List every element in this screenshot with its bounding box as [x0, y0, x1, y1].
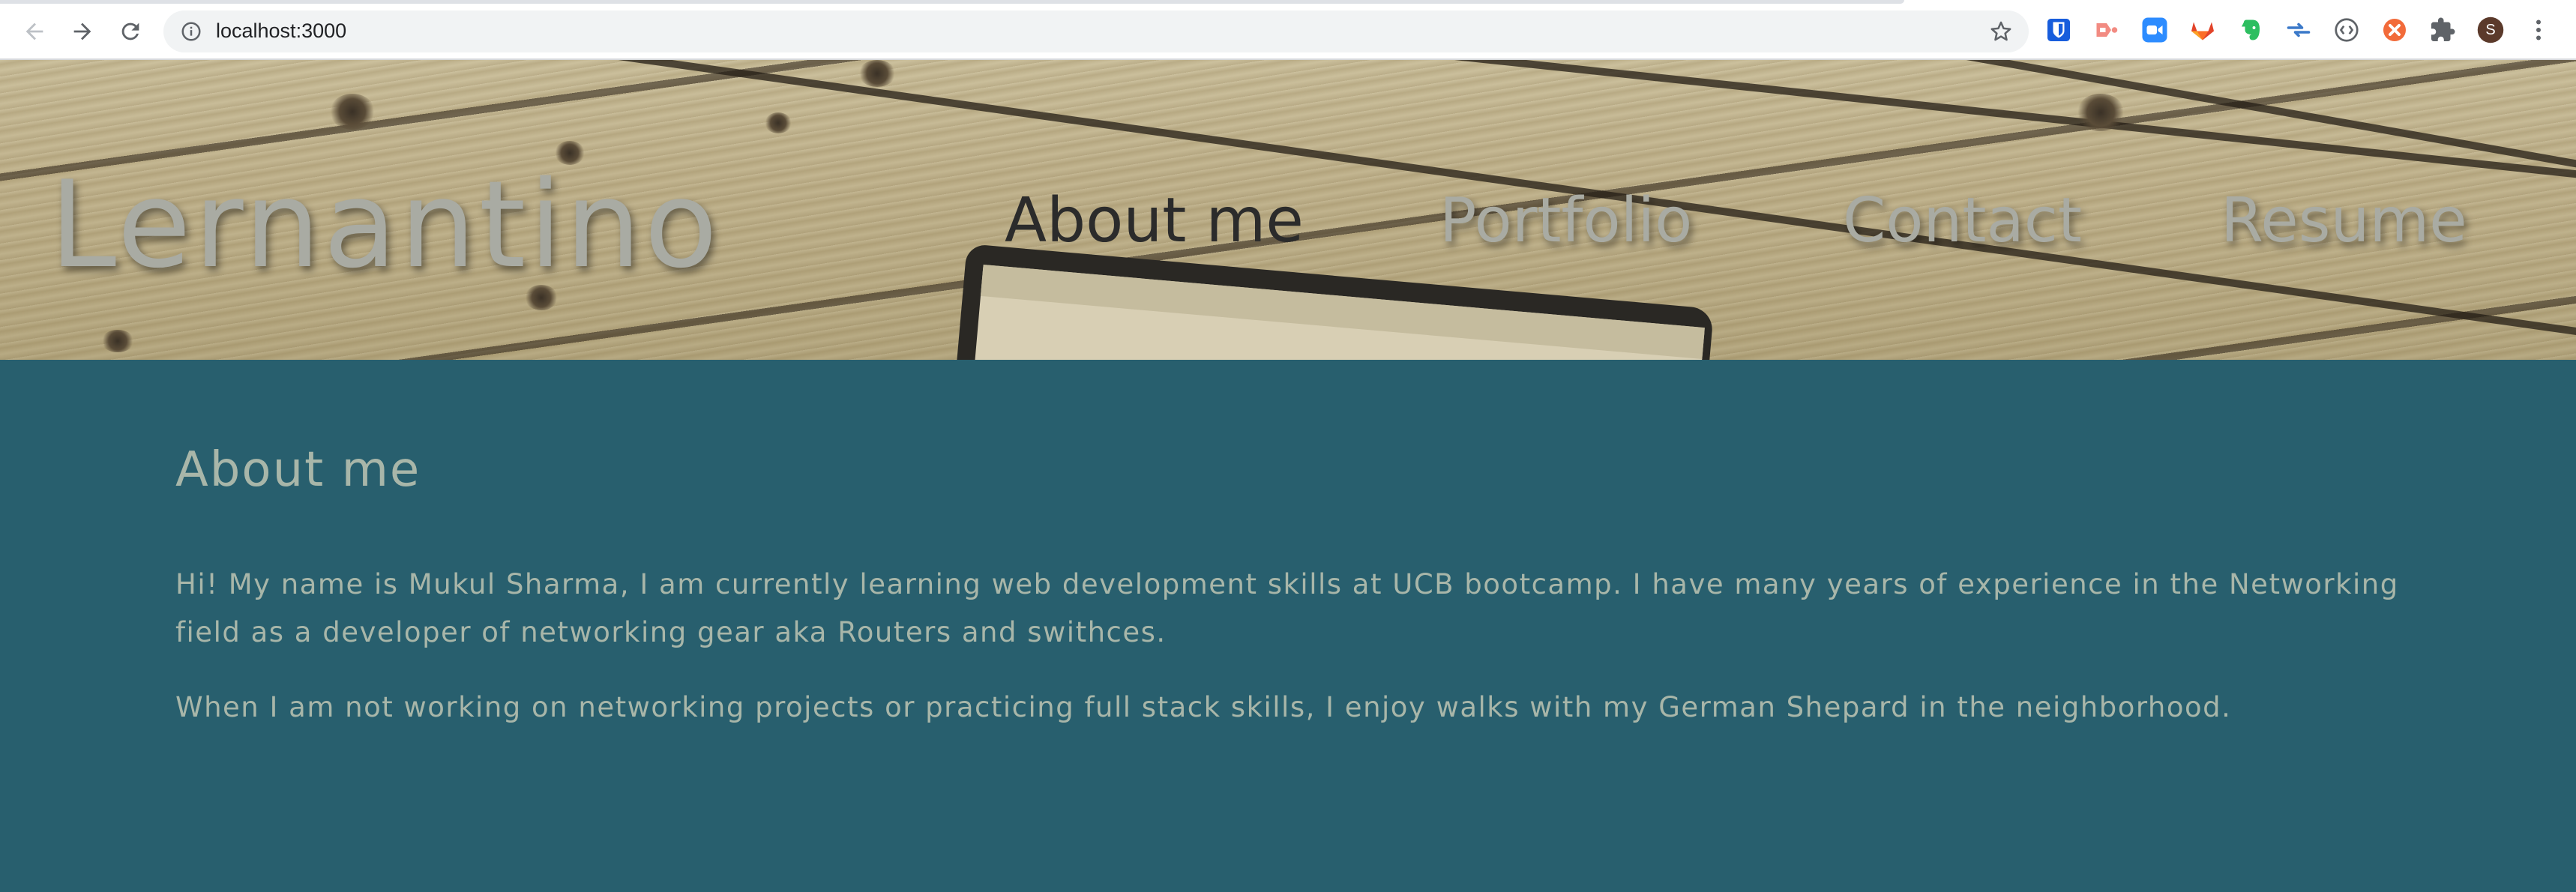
- pointer-extension-icon[interactable]: [2092, 15, 2122, 45]
- wood-knot: [858, 60, 896, 87]
- bitwarden-icon[interactable]: [2044, 15, 2074, 45]
- about-paragraph: When I am not working on networking proj…: [175, 691, 2232, 723]
- laptop-screen: [972, 264, 1705, 360]
- code-brackets-icon[interactable]: [2332, 15, 2362, 45]
- reload-icon[interactable]: [109, 13, 151, 49]
- transfer-arrows-icon[interactable]: [2284, 15, 2314, 45]
- nav-contact[interactable]: Contact: [1843, 180, 2082, 262]
- section-title: About me: [175, 442, 421, 498]
- info-icon[interactable]: [180, 20, 202, 43]
- avatar-initial: S: [2485, 22, 2496, 38]
- browser-toolbar: localhost:3000 S: [0, 0, 2576, 60]
- url-text[interactable]: localhost:3000: [216, 19, 346, 43]
- kebab-menu-icon[interactable]: [2524, 15, 2554, 45]
- wood-knot: [765, 112, 792, 133]
- nav-resume[interactable]: Resume: [2221, 180, 2467, 262]
- site-brand[interactable]: Lernantino: [49, 150, 720, 300]
- hero-header: Lernantino About me Portfolio Contact Re…: [0, 60, 2576, 360]
- address-bar[interactable]: localhost:3000: [163, 10, 2029, 52]
- wood-knot: [101, 330, 134, 352]
- about-paragraph: Hi! My name is Mukul Sharma, I am curren…: [175, 568, 2399, 648]
- puzzle-extensions-icon[interactable]: [2428, 15, 2458, 45]
- nav-portfolio[interactable]: Portfolio: [1439, 180, 1692, 262]
- evernote-icon[interactable]: [2236, 15, 2266, 45]
- avatar[interactable]: S: [2476, 15, 2506, 45]
- orange-extension-icon[interactable]: [2380, 15, 2410, 45]
- nav-about-me[interactable]: About me: [1005, 180, 1304, 262]
- zoom-icon[interactable]: [2140, 15, 2170, 45]
- wood-knot: [330, 94, 375, 130]
- wood-knot: [2077, 94, 2125, 131]
- tab-strip-edge: [0, 0, 1904, 4]
- back-arrow-icon[interactable]: [13, 13, 55, 49]
- gitlab-icon[interactable]: [2188, 15, 2218, 45]
- forward-arrow-icon[interactable]: [61, 13, 103, 49]
- bookmark-star-icon[interactable]: [1988, 19, 2014, 44]
